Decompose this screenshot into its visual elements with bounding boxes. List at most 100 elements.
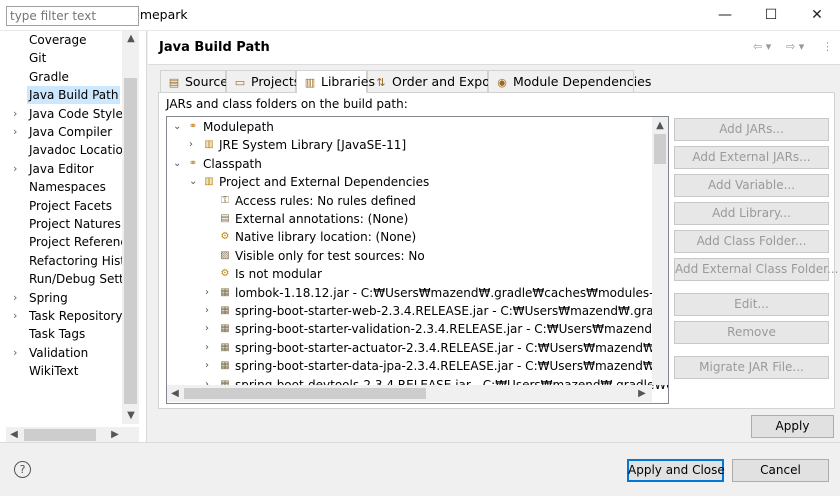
- expand-arrow-icon[interactable]: ›: [13, 307, 23, 325]
- sidebar-item[interactable]: Refactoring History: [0, 252, 122, 270]
- libraries-description: JARs and class folders on the build path…: [166, 97, 408, 111]
- sidebar-item[interactable]: Project Natures: [0, 215, 122, 233]
- collapse-arrow-icon[interactable]: ⌄: [173, 155, 183, 173]
- sidebar-item[interactable]: Git: [0, 49, 122, 67]
- sidebar-item[interactable]: Project Facets: [0, 197, 122, 215]
- sidebar-item-label: Task Repository: [29, 309, 122, 323]
- help-icon[interactable]: ?: [14, 461, 31, 478]
- expand-arrow-icon[interactable]: ›: [205, 320, 215, 338]
- scroll-up-icon[interactable]: ▲: [124, 32, 138, 46]
- back-button[interactable]: ⇦ ▾: [753, 40, 771, 53]
- tab-source[interactable]: ▤ Source: [160, 70, 228, 92]
- collapse-arrow-icon[interactable]: ⌄: [189, 173, 199, 191]
- tree-item[interactable]: ⚿ Access rules: No rules defined: [167, 192, 668, 210]
- tree-vscroll-thumb[interactable]: [654, 134, 666, 164]
- sidebar-item[interactable]: › Java Code Style: [0, 105, 122, 123]
- sidebar-item-label: Spring: [29, 290, 68, 305]
- tree-item[interactable]: › ▦ spring-boot-starter-actuator-2.3.4.REL…: [167, 339, 668, 357]
- tree-item[interactable]: ▨ Visible only for test sources: No: [167, 247, 668, 265]
- sidebar-item[interactable]: Java Build Path: [0, 86, 122, 105]
- sidebar-item[interactable]: Gradle: [0, 68, 122, 86]
- tree-item[interactable]: › ▥ JRE System Library [JavaSE-11]: [167, 136, 668, 154]
- close-button[interactable]: ✕: [794, 0, 840, 31]
- build-path-tree[interactable]: ⌄ ⚭ Modulepath › ▥ JRE System Library [JavaSE…: [166, 116, 669, 404]
- sidebar-item[interactable]: Namespaces: [0, 178, 122, 196]
- sidebar-item[interactable]: › Spring: [0, 289, 122, 307]
- scroll-down-icon[interactable]: ▼: [124, 409, 138, 423]
- scroll-left-icon[interactable]: ◀: [7, 428, 21, 442]
- tree-item-label: JRE System Library [JavaSE-11]: [219, 138, 407, 153]
- tree-item[interactable]: › ▦ spring-boot-starter-data-jpa-2.3.4.REL…: [167, 357, 668, 375]
- collapse-arrow-icon[interactable]: ⌄: [173, 118, 183, 136]
- annotations-icon: ▤: [220, 213, 230, 224]
- tree-item[interactable]: ⌄ ⚭ Modulepath: [167, 118, 668, 136]
- expand-arrow-icon[interactable]: ›: [13, 123, 23, 141]
- tree-item[interactable]: ⌄ ⚭ Classpath: [167, 155, 668, 173]
- tree-hscroll-thumb[interactable]: [184, 388, 426, 399]
- sidebar-item[interactable]: › Validation: [0, 344, 122, 362]
- scroll-right-icon[interactable]: ▶: [108, 428, 122, 442]
- tree-item-label: spring-boot-starter-actuator-2.3.4.RELEA…: [235, 340, 668, 355]
- edit-button[interactable]: Edit...: [674, 293, 829, 316]
- sidebar-item[interactable]: WikiText: [0, 362, 122, 380]
- expand-arrow-icon[interactable]: ›: [205, 357, 215, 375]
- tree-item[interactable]: › ▦ lombok-1.18.12.jar - C:₩Users₩mazend₩.…: [167, 284, 668, 302]
- tree-item-label: Access rules: No rules defined: [235, 193, 416, 208]
- tree-item[interactable]: ▤ External annotations: (None): [167, 210, 668, 228]
- forward-button[interactable]: ⇨ ▾: [786, 40, 804, 53]
- sidebar-item[interactable]: Task Tags: [0, 325, 122, 343]
- jar-icon: ▦: [220, 323, 230, 335]
- tree-scroll-right-icon[interactable]: ▶: [635, 387, 649, 401]
- tree-item[interactable]: ⚙ Native library location: (None): [167, 228, 668, 246]
- tree-item[interactable]: ⌄ ▥ Project and External Dependencies: [167, 173, 668, 191]
- tab-projects[interactable]: ▭ Projects: [226, 70, 300, 92]
- add-variable-button[interactable]: Add Variable...: [674, 174, 829, 197]
- expand-arrow-icon[interactable]: ›: [205, 339, 215, 357]
- add-class-folder-button[interactable]: Add Class Folder...: [674, 230, 829, 253]
- expand-arrow-icon[interactable]: ›: [13, 344, 23, 362]
- expand-arrow-icon[interactable]: ›: [189, 136, 199, 154]
- tree-item[interactable]: › ▦ spring-boot-starter-web-2.3.4.RELEASE.…: [167, 302, 668, 320]
- expand-arrow-icon[interactable]: ›: [13, 160, 23, 178]
- test-sources-icon: ▨: [220, 249, 230, 261]
- tab-module-dependencies[interactable]: ◉ Module Dependencies: [488, 70, 651, 92]
- sidebar-scroll-thumb[interactable]: [124, 78, 137, 404]
- tab-order-and-export[interactable]: ⇅ Order and Export: [367, 70, 500, 92]
- sidebar-item[interactable]: Run/Debug Settings: [0, 270, 122, 288]
- library-icon: ▥: [204, 176, 214, 188]
- expand-arrow-icon[interactable]: ›: [205, 284, 215, 302]
- tree-item-label: Classpath: [203, 156, 262, 171]
- minimize-button[interactable]: —: [702, 0, 748, 31]
- sidebar-item[interactable]: › Task Repository: [0, 307, 122, 325]
- migrate-jar-file-button[interactable]: Migrate JAR File...: [674, 356, 829, 379]
- expand-arrow-icon[interactable]: ›: [13, 289, 23, 307]
- tree-scroll-up-icon[interactable]: ▲: [653, 119, 667, 133]
- sidebar-item[interactable]: › Java Editor: [0, 160, 122, 178]
- maximize-button[interactable]: ☐: [748, 0, 794, 31]
- remove-button[interactable]: Remove: [674, 321, 829, 344]
- source-folder-icon: ▤: [168, 76, 180, 89]
- add-external-class-folder-button[interactable]: Add External Class Folder...: [674, 258, 838, 281]
- tree-scroll-left-icon[interactable]: ◀: [168, 387, 182, 401]
- footer-divider: [0, 442, 840, 443]
- view-menu-icon[interactable]: ⋮: [822, 40, 833, 53]
- add-external-jars-button[interactable]: Add External JARs...: [674, 146, 829, 169]
- tab-libraries[interactable]: ▥ Libraries: [296, 70, 375, 93]
- expand-arrow-icon[interactable]: ›: [205, 302, 215, 320]
- sidebar-item[interactable]: Project References: [0, 233, 122, 251]
- apply-and-close-button[interactable]: Apply and Close: [627, 459, 725, 482]
- expand-arrow-icon[interactable]: ›: [13, 105, 23, 123]
- filter-input[interactable]: [6, 6, 139, 26]
- add-library-button[interactable]: Add Library...: [674, 202, 829, 225]
- sidebar-item[interactable]: › Java Compiler: [0, 123, 122, 141]
- apply-button[interactable]: Apply: [751, 415, 834, 438]
- sidebar-item-label: Java Code Style: [29, 106, 122, 121]
- add-jars-button[interactable]: Add JARs...: [674, 118, 829, 141]
- tree-item[interactable]: ⚙ Is not modular: [167, 265, 668, 283]
- cancel-button[interactable]: Cancel: [732, 459, 829, 482]
- sidebar-hscroll-thumb[interactable]: [24, 429, 96, 441]
- sidebar-item[interactable]: Javadoc Location: [0, 141, 122, 159]
- tree-item[interactable]: › ▦ spring-boot-starter-validation-2.3.4.R…: [167, 320, 668, 338]
- tree-item-label: lombok-1.18.12.jar - C:₩Users₩mazend₩.gr…: [235, 285, 668, 300]
- sidebar-item[interactable]: Coverage: [0, 31, 122, 49]
